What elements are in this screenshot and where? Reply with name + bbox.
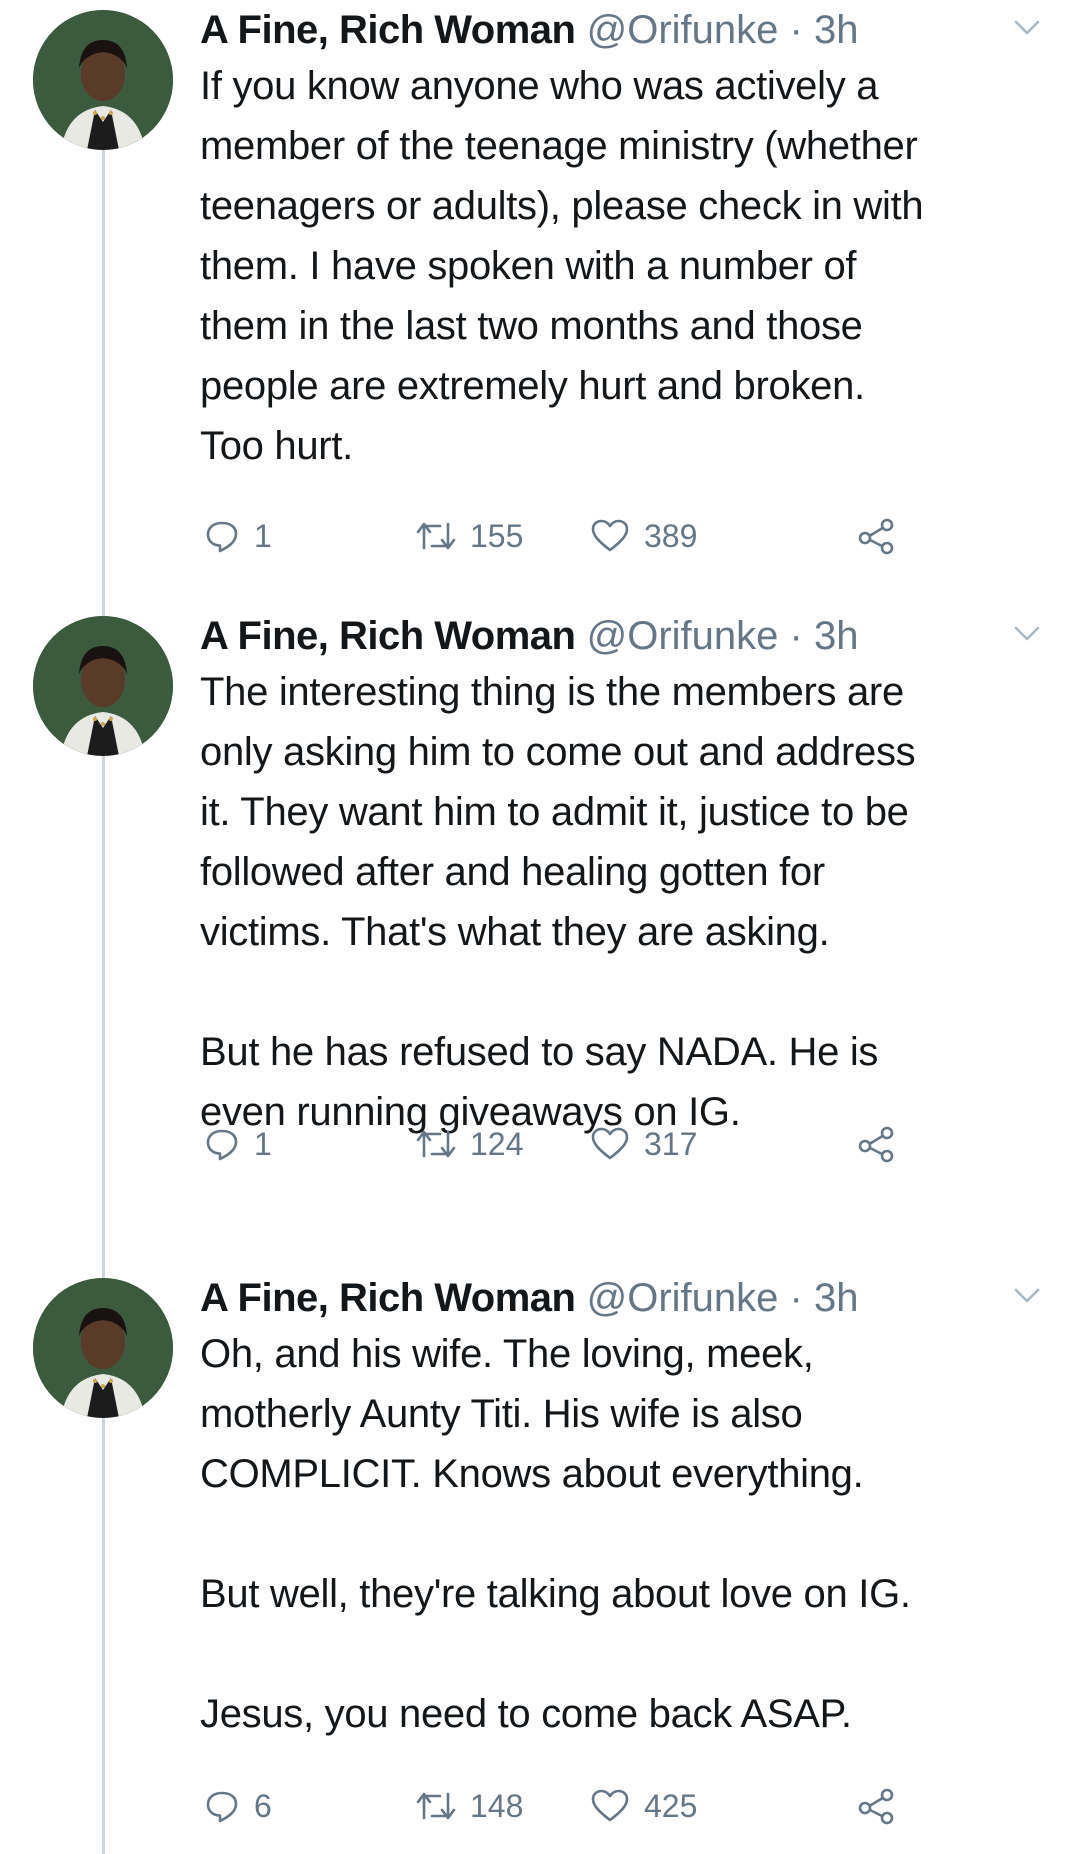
author-handle[interactable]: @Orifunke (587, 614, 779, 658)
heart-icon (591, 1127, 629, 1160)
avatar-image (33, 10, 173, 150)
share-icon (858, 1126, 894, 1163)
tweet-paragraph: Oh, and his wife. The loving, meek, moth… (200, 1332, 864, 1496)
retweet-button[interactable]: 155 (416, 508, 523, 564)
tweet-actions: 6 148 425 (200, 1778, 920, 1834)
separator-dot: · (789, 1276, 803, 1320)
avatar[interactable] (33, 1278, 173, 1418)
tweet-actions: 1 124 317 (200, 1116, 920, 1172)
retweet-button[interactable]: 148 (416, 1778, 523, 1834)
reply-count: 6 (254, 1787, 272, 1824)
tweet-paragraph: Jesus, you need to come back ASAP. (200, 1692, 852, 1736)
share-button[interactable] (856, 508, 896, 564)
retweet-icon (416, 1792, 456, 1820)
author-handle[interactable]: @Orifunke (587, 8, 779, 52)
like-button[interactable]: 389 (590, 508, 697, 564)
author-handle[interactable]: @Orifunke (587, 1276, 779, 1320)
retweet-count: 155 (470, 517, 524, 554)
separator-dot: · (789, 614, 803, 658)
tweet-paragraph: If you know anyone who was actively a me… (200, 64, 924, 468)
reply-button[interactable]: 1 (204, 1116, 272, 1172)
timestamp[interactable]: 3h (814, 1276, 859, 1320)
reply-button[interactable]: 1 (204, 508, 272, 564)
timestamp[interactable]: 3h (814, 614, 859, 658)
reply-icon (206, 1129, 238, 1161)
tweet-paragraph: But well, they're talking about love on … (200, 1572, 911, 1616)
author-name[interactable]: A Fine, Rich Woman (200, 1276, 576, 1320)
chevron-down-icon[interactable] (1012, 622, 1042, 646)
tweet-paragraph: The interesting thing is the members are… (200, 670, 916, 954)
tweet-actions: 1 155 389 (200, 508, 920, 564)
avatar[interactable] (33, 616, 173, 756)
author-name[interactable]: A Fine, Rich Woman (200, 8, 576, 52)
tweet-text: If you know anyone who was actively a me… (200, 56, 1060, 476)
share-icon (858, 518, 894, 555)
tweet-text: Oh, and his wife. The loving, meek, moth… (200, 1324, 1060, 1744)
reply-count: 1 (254, 1125, 272, 1162)
like-button[interactable]: 425 (590, 1778, 697, 1834)
retweet-icon (416, 1130, 456, 1158)
share-icon (858, 1788, 894, 1825)
reply-icon (206, 1791, 238, 1823)
share-button[interactable] (856, 1116, 896, 1172)
author-name[interactable]: A Fine, Rich Woman (200, 614, 576, 658)
share-button[interactable] (856, 1778, 896, 1834)
like-count: 389 (644, 517, 698, 554)
retweet-count: 124 (470, 1125, 524, 1162)
tweet-header: A Fine, Rich Woman @Orifunke · 3h (200, 1270, 858, 1326)
retweet-count: 148 (470, 1787, 524, 1824)
like-button[interactable]: 317 (590, 1116, 697, 1172)
chevron-down-icon[interactable] (1012, 16, 1042, 40)
retweet-button[interactable]: 124 (416, 1116, 523, 1172)
like-count: 425 (644, 1787, 698, 1824)
heart-icon (591, 1789, 629, 1822)
avatar-image (33, 1278, 173, 1418)
timestamp[interactable]: 3h (814, 8, 859, 52)
tweet-header: A Fine, Rich Woman @Orifunke · 3h (200, 2, 858, 58)
tweet-text: The interesting thing is the members are… (200, 662, 1060, 1142)
reply-count: 1 (254, 517, 272, 554)
avatar-image (33, 616, 173, 756)
like-count: 317 (644, 1125, 698, 1162)
avatar[interactable] (33, 10, 173, 150)
heart-icon (591, 519, 629, 552)
tweet-header: A Fine, Rich Woman @Orifunke · 3h (200, 608, 858, 664)
separator-dot: · (789, 8, 803, 52)
chevron-down-icon[interactable] (1012, 1284, 1042, 1308)
thread-connector-line (102, 140, 105, 1854)
reply-button[interactable]: 6 (204, 1778, 272, 1834)
reply-icon (206, 521, 238, 553)
retweet-icon (416, 522, 456, 550)
